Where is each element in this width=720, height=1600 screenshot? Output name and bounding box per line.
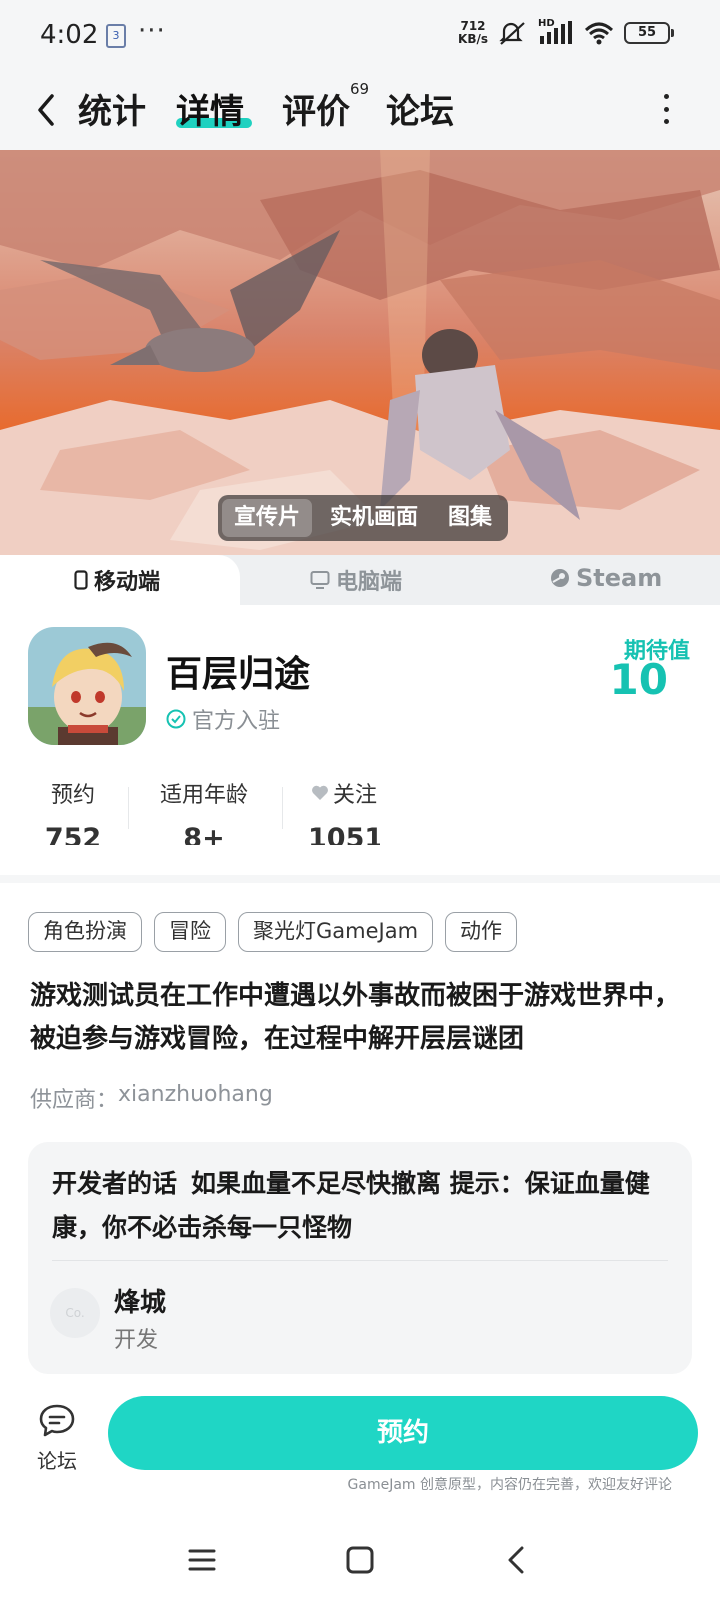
media-tab-gallery[interactable]: 图集 bbox=[436, 499, 504, 537]
official-label: 官方入驻 bbox=[192, 709, 281, 734]
stat-reservations: 预约 752 bbox=[42, 777, 104, 845]
game-description: 游戏测试员在工作中遭遇以外事故而被困于游戏世界中，被迫参与游戏冒险，在过程中解开… bbox=[30, 981, 681, 1054]
media-banner[interactable]: 宣传片 实机画面 图集 bbox=[0, 150, 720, 555]
stat-label: 关注 bbox=[308, 777, 380, 809]
section-divider bbox=[0, 875, 720, 883]
stat-value: 1051 bbox=[308, 823, 380, 845]
stat-age-rating: 适用年龄 8+ bbox=[156, 777, 252, 845]
gamejam-note: GameJam 创意原型，内容仍在完善，欢迎友好评论 bbox=[347, 1477, 672, 1493]
official-badge: 官方入驻 bbox=[166, 703, 280, 735]
more-options-icon[interactable] bbox=[662, 94, 670, 124]
back-icon[interactable] bbox=[30, 90, 62, 130]
net-speed: 712 KB/s bbox=[458, 20, 488, 46]
heart-icon bbox=[312, 785, 328, 800]
developer-role: 开发 bbox=[114, 1328, 159, 1353]
supplier: 供应商： xianzhuohang bbox=[30, 1082, 273, 1114]
tab-stats[interactable]: 统计 bbox=[78, 84, 146, 133]
tab-details[interactable]: 详情 bbox=[176, 84, 244, 133]
monitor-icon bbox=[310, 571, 330, 589]
platform-tabs: 移动端 电脑端 Steam bbox=[0, 555, 720, 605]
more-notifications-icon: ··· bbox=[138, 16, 166, 46]
system-nav-bar bbox=[0, 1520, 720, 1600]
status-bar: 4:02 3 ··· 712 KB/s HD 55 bbox=[0, 0, 720, 70]
stat-label: 适用年龄 bbox=[159, 783, 248, 808]
stat-label: 预约 bbox=[50, 783, 95, 808]
platform-tab-steam[interactable]: Steam bbox=[550, 564, 662, 592]
developer-words-title: 开发者的话 bbox=[52, 1169, 178, 1198]
game-title: 百层归途 bbox=[166, 654, 311, 695]
platform-tab-mobile-label: 移动端 bbox=[94, 570, 161, 595]
stat-value: 752 bbox=[44, 823, 102, 845]
notification-icon: 3 bbox=[106, 24, 126, 48]
stat-label-text: 关注 bbox=[332, 783, 377, 808]
card-divider bbox=[52, 1260, 668, 1261]
status-time: 4:02 bbox=[40, 20, 99, 50]
platform-tab-pc[interactable]: 电脑端 bbox=[310, 564, 402, 596]
developer-card: 开发者的话 如果血量不足尽快撤离 提示：保证血量健康，你不必击杀每一只怪物 Co.… bbox=[28, 1142, 692, 1374]
media-tab-gameplay[interactable]: 实机画面 bbox=[318, 499, 430, 537]
developer-avatar[interactable]: Co. bbox=[50, 1288, 100, 1338]
media-tab-switcher: 宣传片 实机画面 图集 bbox=[218, 495, 509, 541]
forum-label: 论坛 bbox=[37, 1449, 77, 1473]
developer-name[interactable]: 烽城 bbox=[114, 1282, 166, 1319]
stat-followers: 关注 1051 bbox=[308, 777, 380, 845]
nav-header: 统计 详情 评价 69 论坛 bbox=[0, 70, 720, 150]
home-nav-icon[interactable] bbox=[340, 1540, 380, 1580]
supplier-name[interactable]: xianzhuohang bbox=[118, 1082, 273, 1114]
phone-icon bbox=[74, 570, 88, 590]
supplier-label: 供应商： bbox=[30, 1088, 119, 1113]
review-count-badge: 69 bbox=[350, 80, 370, 98]
tag-chip[interactable]: 冒险 bbox=[154, 912, 226, 952]
net-speed-unit: KB/s bbox=[458, 32, 488, 46]
reserve-button[interactable]: 预约 bbox=[108, 1396, 698, 1470]
battery-icon: 55 bbox=[624, 22, 674, 44]
platform-tab-mobile[interactable]: 移动端 bbox=[74, 564, 160, 596]
wifi-icon bbox=[584, 20, 614, 46]
platform-tab-pc-label: 电脑端 bbox=[336, 570, 403, 595]
status-icons: 712 KB/s HD 55 bbox=[458, 18, 674, 46]
verified-icon bbox=[166, 709, 186, 729]
signal-icon: HD bbox=[538, 18, 574, 46]
tag-list: 角色扮演 冒险 聚光灯GameJam 动作 bbox=[28, 912, 518, 952]
forum-button[interactable]: 论坛 bbox=[30, 1403, 84, 1474]
hd-label: HD bbox=[538, 18, 555, 29]
tag-chip[interactable]: 动作 bbox=[445, 912, 518, 952]
tag-chip[interactable]: 聚光灯GameJam bbox=[238, 912, 434, 952]
forum-icon bbox=[39, 1404, 75, 1437]
expectation-value: 10 bbox=[609, 655, 668, 704]
stat-value: 8+ bbox=[183, 823, 225, 845]
developer-words: 开发者的话 如果血量不足尽快撤离 提示：保证血量健康，你不必击杀每一只怪物 bbox=[52, 1162, 672, 1250]
stat-divider bbox=[128, 787, 129, 829]
mute-icon bbox=[498, 20, 528, 46]
tab-reviews[interactable]: 评价 bbox=[282, 84, 350, 133]
stat-divider bbox=[282, 787, 283, 829]
steam-icon bbox=[551, 569, 569, 587]
game-info: 百层归途 官方入驻 期待值 10 预约 752 适用年龄 8+ 关注 1051 bbox=[0, 605, 720, 875]
game-icon bbox=[28, 627, 146, 745]
back-nav-icon[interactable] bbox=[496, 1540, 536, 1580]
tag-chip[interactable]: 角色扮演 bbox=[28, 912, 142, 952]
media-tab-trailer[interactable]: 宣传片 bbox=[222, 499, 313, 537]
menu-nav-icon[interactable] bbox=[182, 1540, 222, 1580]
tab-forum[interactable]: 论坛 bbox=[386, 84, 454, 133]
platform-tab-steam-label: Steam bbox=[576, 564, 663, 592]
